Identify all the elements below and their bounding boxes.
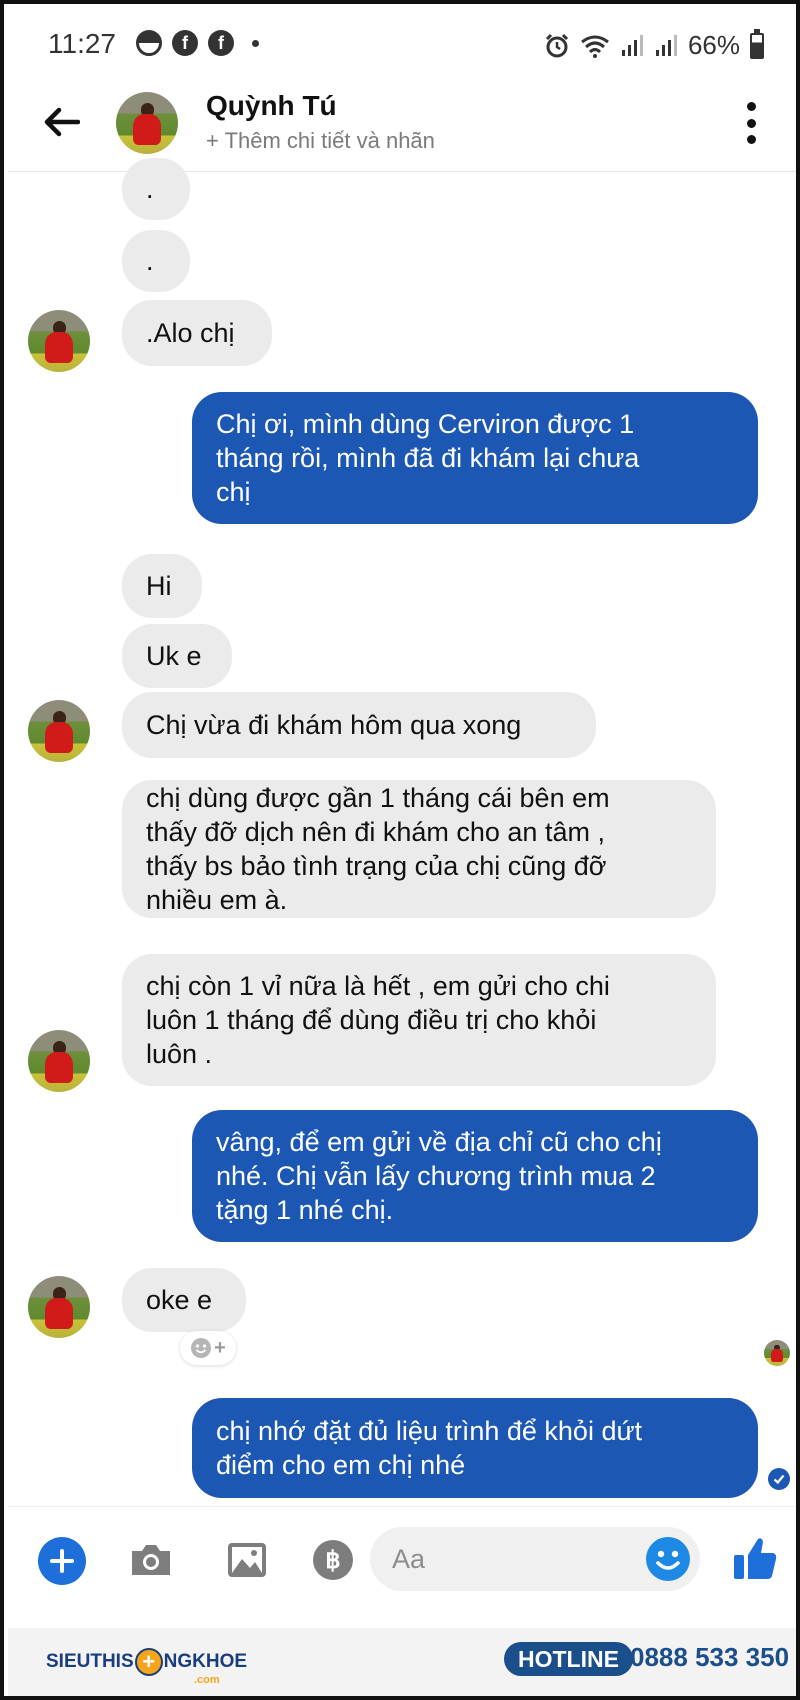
- message-composer: ฿: [8, 1506, 796, 1628]
- more-notifications-icon: [252, 39, 259, 47]
- message-bubble-incoming[interactable]: Hi: [122, 554, 202, 618]
- brand-name-left: SIEUTHIS: [46, 1651, 134, 1672]
- message-bubble-incoming[interactable]: chị còn 1 vỉ nữa là hết , em gửi cho chi…: [122, 954, 716, 1086]
- hotline-badge: HOTLINE: [504, 1642, 633, 1676]
- brand-name-right: NGKHOE: [163, 1651, 248, 1672]
- payment-button[interactable]: ฿: [308, 1535, 358, 1585]
- chat-header: Quỳnh Tú + Thêm chi tiết và nhãn: [8, 78, 796, 172]
- message-bubble-incoming[interactable]: Uk e: [122, 624, 232, 688]
- more-options-button[interactable]: [736, 98, 766, 148]
- sender-avatar[interactable]: [28, 310, 90, 372]
- facebook-icon: f: [208, 30, 234, 56]
- wifi-icon: [581, 35, 609, 58]
- camera-icon: [132, 1545, 170, 1575]
- hotline-number: 0888 533 350: [630, 1642, 790, 1672]
- sender-avatar[interactable]: [28, 1030, 90, 1092]
- brand-footer: SIEUTHIS + NGKHOE .com HOTLINE 0888 533 35…: [8, 1628, 796, 1696]
- brand-domain: .com: [194, 1674, 220, 1686]
- back-button[interactable]: [40, 100, 84, 144]
- notification-icons: f f: [136, 30, 259, 56]
- facebook-icon: f: [172, 30, 198, 56]
- message-bubble-incoming[interactable]: Chị vừa đi khám hôm qua xong: [122, 692, 596, 758]
- svg-text:฿: ฿: [325, 1547, 340, 1574]
- status-bar: 11:27 f f 66%: [8, 8, 796, 78]
- like-button[interactable]: [728, 1533, 782, 1587]
- message-bubble-incoming[interactable]: .Alo chị: [122, 300, 272, 366]
- more-vertical-icon: [746, 102, 756, 111]
- image-icon: [228, 1543, 266, 1577]
- message-bubble-incoming[interactable]: chị dùng được gần 1 tháng cái bên em thấ…: [122, 780, 716, 918]
- message-list: . . .Alo chị Chị ơi, mình dùng Cerviron …: [8, 158, 796, 1506]
- system-icons: 66%: [544, 28, 764, 61]
- message-bubble-incoming[interactable]: .: [122, 230, 190, 292]
- message-bubble-incoming[interactable]: .: [122, 158, 190, 220]
- smiley-icon: [656, 1550, 680, 1570]
- plus-icon: +: [214, 1336, 226, 1359]
- battery-percentage: 66%: [687, 30, 740, 60]
- signal-icon: [655, 34, 677, 56]
- sender-avatar[interactable]: [28, 1276, 90, 1338]
- message-input-field[interactable]: [370, 1527, 700, 1591]
- message-bubble-incoming[interactable]: oke e: [122, 1268, 246, 1332]
- contact-avatar[interactable]: [116, 92, 178, 154]
- status-time: 11:27: [48, 28, 116, 59]
- health-cross-icon: +: [134, 1648, 163, 1676]
- emoji-button[interactable]: [646, 1537, 690, 1581]
- read-receipt-avatar: [764, 1340, 790, 1366]
- camera-button[interactable]: [126, 1535, 176, 1585]
- add-reaction-button[interactable]: +: [180, 1331, 236, 1365]
- brand-logo: SIEUTHIS + NGKHOE: [46, 1648, 247, 1676]
- gallery-button[interactable]: [222, 1535, 272, 1585]
- message-bubble-outgoing[interactable]: chị nhớ đặt đủ liệu trình để khỏi dứt đi…: [192, 1398, 758, 1498]
- thumbs-up-icon: [734, 1538, 777, 1579]
- battery-icon: [750, 28, 764, 59]
- smiley-icon: [191, 1338, 212, 1358]
- signal-icon: [621, 34, 643, 56]
- baht-coin-icon: ฿: [313, 1540, 353, 1580]
- message-bubble-outgoing[interactable]: vâng, để em gửi về địa chỉ cũ cho chị nh…: [192, 1110, 758, 1242]
- message-bubble-outgoing[interactable]: Chị ơi, mình dùng Cerviron được 1 tháng …: [192, 392, 758, 524]
- sender-avatar[interactable]: [28, 700, 90, 762]
- back-arrow-icon: [44, 107, 80, 137]
- data-saver-icon: [136, 30, 162, 56]
- message-input[interactable]: [370, 1527, 610, 1591]
- add-details-link[interactable]: + Thêm chi tiết và nhãn: [206, 128, 435, 154]
- sent-check-icon: [768, 1468, 790, 1490]
- more-actions-button[interactable]: [38, 1537, 86, 1585]
- plus-icon: [50, 1549, 74, 1573]
- alarm-icon: [545, 33, 569, 57]
- phone-screen: 11:27 f f 66% Quỳnh Tú + Thêm chi tiết v…: [0, 0, 800, 1700]
- contact-name[interactable]: Quỳnh Tú: [206, 90, 337, 122]
